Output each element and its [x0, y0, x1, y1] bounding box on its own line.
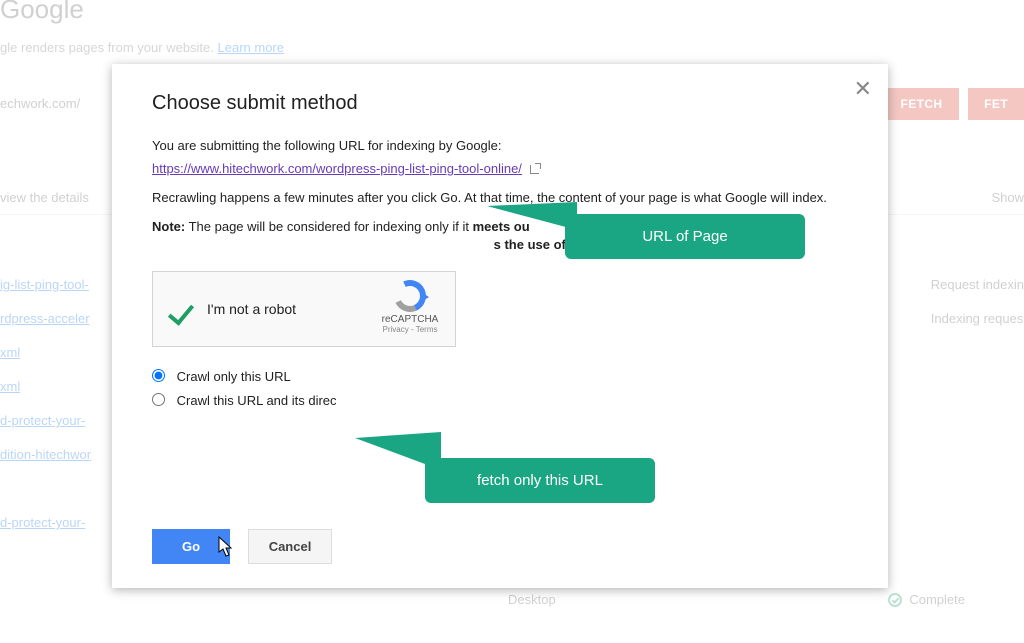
- submitted-url-link[interactable]: https://www.hitechwork.com/wordpress-pin…: [152, 161, 522, 176]
- radio-crawl-and-links-label: Crawl this URL and its direc: [177, 393, 337, 408]
- recaptcha-legal-text: Privacy - Terms: [375, 325, 445, 334]
- annotation-label: fetch only this URL: [477, 472, 603, 489]
- cancel-button[interactable]: Cancel: [248, 529, 333, 564]
- close-icon[interactable]: ✕: [854, 76, 872, 102]
- recaptcha-logo-icon: [394, 280, 426, 312]
- recaptcha-widget[interactable]: I'm not a robot reCAPTCHA Privacy - Term…: [152, 271, 456, 347]
- crawl-options: Crawl only this URL Crawl this URL and i…: [152, 365, 852, 413]
- recaptcha-branding: reCAPTCHA Privacy - Terms: [375, 280, 445, 334]
- external-link-icon: [530, 163, 541, 174]
- intro-text: You are submitting the following URL for…: [152, 137, 852, 156]
- annotation-fetch-only: fetch only this URL: [425, 458, 655, 503]
- modal-title: Choose submit method: [152, 92, 852, 115]
- recaptcha-brand-text: reCAPTCHA: [375, 314, 445, 325]
- radio-crawl-only-label: Crawl only this URL: [177, 369, 291, 384]
- submit-method-modal: ✕ Choose submit method You are submittin…: [112, 64, 888, 588]
- check-icon: [165, 295, 193, 323]
- radio-crawl-only-input[interactable]: [152, 369, 165, 382]
- mouse-cursor-icon: [218, 536, 234, 558]
- radio-crawl-and-links-input[interactable]: [152, 393, 165, 406]
- radio-crawl-only[interactable]: Crawl only this URL: [152, 365, 852, 389]
- modal-actions: Go Cancel: [152, 529, 332, 564]
- annotation-label: URL of Page: [642, 228, 727, 245]
- annotation-tail-icon: [487, 202, 577, 230]
- recaptcha-label: I'm not a robot: [207, 301, 296, 317]
- annotation-url-of-page: URL of Page: [565, 214, 805, 259]
- radio-crawl-and-links[interactable]: Crawl this URL and its direc: [152, 389, 852, 413]
- annotation-tail-icon: [355, 432, 441, 470]
